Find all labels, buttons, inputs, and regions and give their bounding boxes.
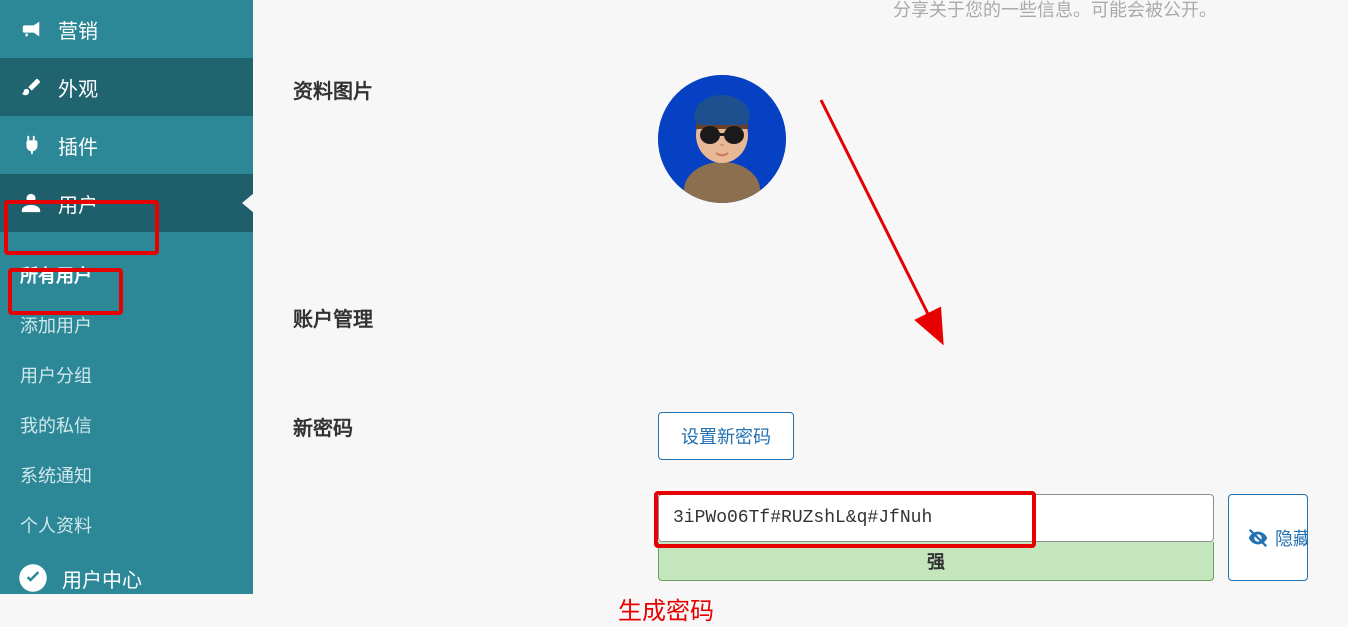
plug-icon <box>18 134 44 156</box>
annotation-generate-password: 生成密码 <box>618 591 1308 626</box>
sidebar-item-marketing[interactable]: 营销 <box>0 0 253 58</box>
submenu-label: 所有用户 <box>20 262 92 288</box>
submenu-all-users[interactable]: 所有用户 <box>0 250 253 300</box>
user-icon <box>18 192 44 214</box>
submenu-profile[interactable]: 个人资料 <box>0 500 253 550</box>
account-management-label: 账户管理 <box>293 303 373 332</box>
password-input[interactable] <box>658 494 1214 542</box>
sidebar-item-plugins[interactable]: 插件 <box>0 116 253 174</box>
submenu-label: 个人资料 <box>20 512 92 538</box>
submenu-system-notifications[interactable]: 系统通知 <box>0 450 253 500</box>
avatar-container <box>658 75 786 203</box>
sidebar-item-label: 用户 <box>58 189 98 218</box>
sidebar-item-appearance[interactable]: 外观 <box>0 58 253 116</box>
submenu-add-user[interactable]: 添加用户 <box>0 300 253 350</box>
new-password-label: 新密码 <box>293 412 658 441</box>
sidebar-submenu: 所有用户 添加用户 用户分组 我的私信 系统通知 个人资料 <box>0 232 253 550</box>
sidebar-item-label: 营销 <box>58 15 98 44</box>
submenu-label: 系统通知 <box>20 462 92 488</box>
hide-password-button[interactable]: 隐藏 <box>1228 494 1308 581</box>
submenu-label: 用户分组 <box>20 362 92 388</box>
profile-image-label: 资料图片 <box>293 75 658 104</box>
sidebar-item-label: 用户中心 <box>62 564 142 593</box>
brush-icon <box>18 76 44 98</box>
hide-button-label: 隐藏 <box>1275 525 1308 551</box>
avatar[interactable] <box>658 75 786 203</box>
submenu-label: 我的私信 <box>20 412 92 438</box>
sidebar-item-user-center[interactable]: 用户中心 <box>0 548 253 608</box>
megaphone-icon <box>18 18 44 40</box>
sidebar-item-label: 外观 <box>58 73 98 102</box>
submenu-user-groups[interactable]: 用户分组 <box>0 350 253 400</box>
header-description: 分享关于您的一些信息。可能会被公开。 <box>893 0 1217 22</box>
set-new-password-button[interactable]: 设置新密码 <box>658 412 794 460</box>
sidebar-item-label: 插件 <box>58 131 98 160</box>
submenu-label: 添加用户 <box>20 312 92 338</box>
submenu-my-messages[interactable]: 我的私信 <box>0 400 253 450</box>
eye-slash-icon <box>1247 527 1269 549</box>
password-strength-indicator: 强 <box>658 542 1214 581</box>
check-circle-icon <box>18 563 48 593</box>
sidebar-item-users[interactable]: 用户 <box>0 174 253 232</box>
main-content: 分享关于您的一些信息。可能会被公开。 资料图片 <box>253 0 1348 594</box>
sidebar: 营销 外观 插件 用户 所有用户 添加用户 用户分组 我的私信 系统 <box>0 0 253 594</box>
